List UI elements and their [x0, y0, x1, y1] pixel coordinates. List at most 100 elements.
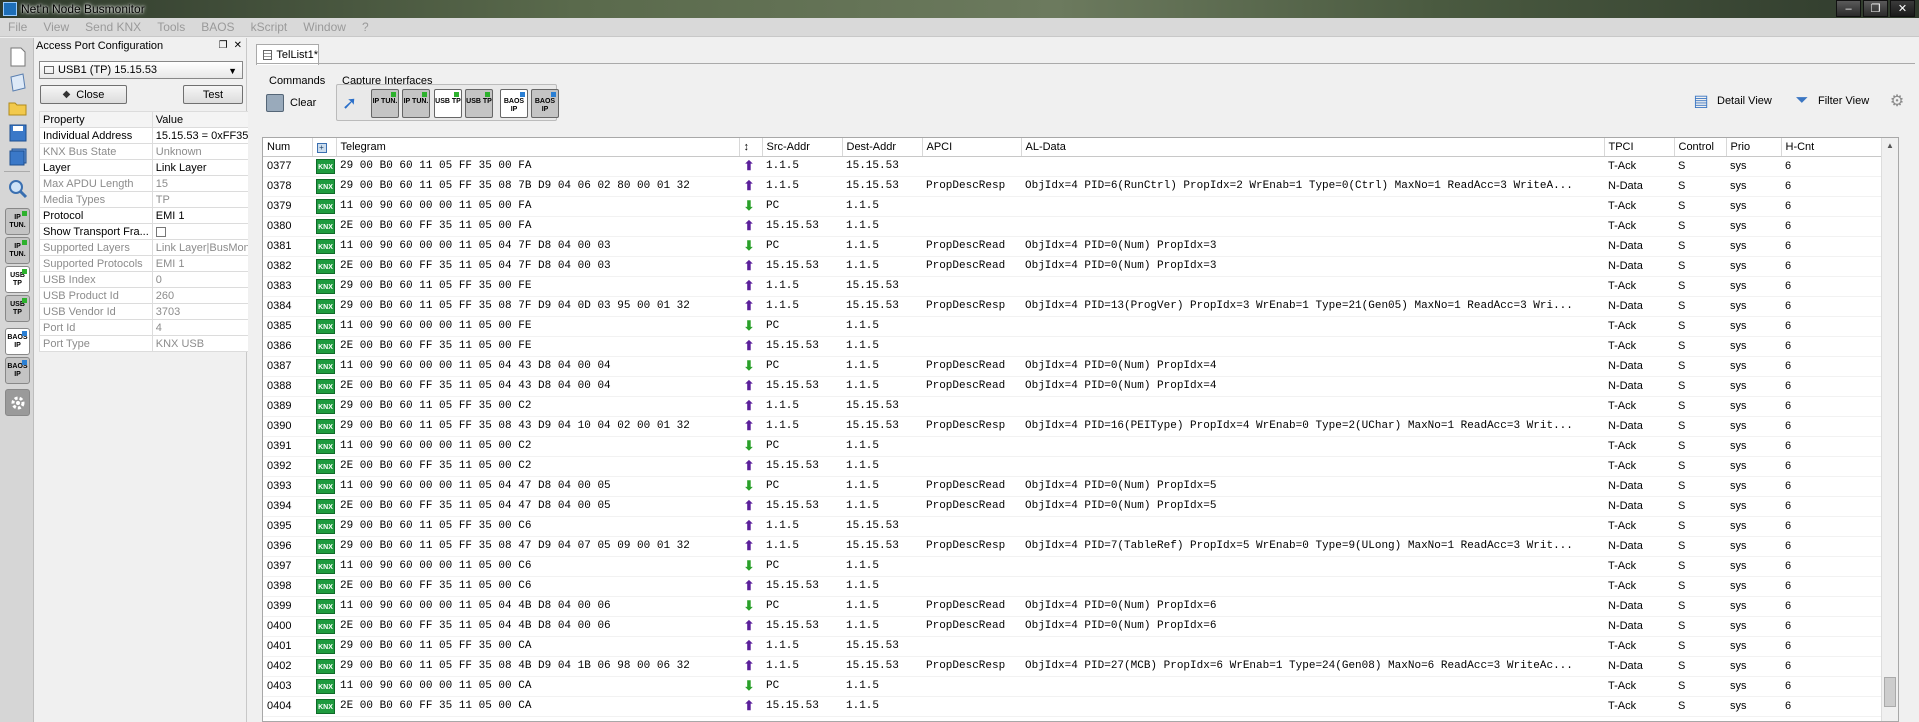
- table-row[interactable]: 0384 KNX 29 00 B0 60 11 05 FF 35 08 7F D9 …: [263, 296, 1898, 317]
- save-icon[interactable]: [5, 120, 30, 145]
- table-row[interactable]: 0380 KNX 2E 00 B0 60 FF 35 11 05 00 FA ⬆ 15.…: [263, 216, 1898, 237]
- baos-ip-2-button[interactable]: BAOS IP: [5, 357, 30, 384]
- capture-baos-ip-2[interactable]: BAOS IP: [531, 89, 559, 118]
- column-dest-addr[interactable]: Dest-Addr: [842, 138, 923, 157]
- column-apci[interactable]: APCI: [922, 138, 1022, 157]
- property-row[interactable]: KNX Bus State Unknown: [39, 143, 254, 160]
- table-row[interactable]: 0379 KNX 11 00 90 60 00 00 11 05 00 FA ⬇ PC 1…: [263, 196, 1898, 217]
- show-transport-frames-checkbox[interactable]: [155, 226, 166, 237]
- save-all-icon[interactable]: [5, 144, 30, 169]
- table-row[interactable]: 0398 KNX 2E 00 B0 60 FF 35 11 05 00 C6 ⬆ 15.…: [263, 576, 1898, 597]
- table-row[interactable]: 0388 KNX 2E 00 B0 60 FF 35 11 05 04 43 D8 …: [263, 376, 1898, 397]
- open-folder-icon[interactable]: [5, 95, 30, 120]
- capture-usb-tp-2[interactable]: USB TP: [465, 89, 493, 118]
- property-row[interactable]: Show Transport Fra...: [39, 223, 254, 240]
- table-row[interactable]: 0383 KNX 29 00 B0 60 11 05 FF 35 00 FE ⬆ 1.1…: [263, 276, 1898, 297]
- menu-file[interactable]: File: [0, 20, 35, 34]
- access-port-select[interactable]: USB1 (TP) 15.15.53 ▼: [39, 61, 243, 79]
- property-row[interactable]: Protocol EMI 1: [39, 207, 254, 224]
- property-value[interactable]: [151, 223, 254, 240]
- menu-tools[interactable]: Tools: [149, 20, 193, 34]
- table-row[interactable]: 0402 KNX 29 00 B0 60 11 05 FF 35 08 4B D9 …: [263, 656, 1898, 677]
- table-row[interactable]: 0382 KNX 2E 00 B0 60 FF 35 11 05 04 7F D8 …: [263, 256, 1898, 277]
- clear-button[interactable]: Clear: [266, 94, 316, 112]
- tab-tellist1[interactable]: TelList1*: [256, 44, 319, 65]
- menu-view[interactable]: View: [35, 20, 77, 34]
- property-row[interactable]: Media Types TP: [39, 191, 254, 208]
- column-al-data[interactable]: AL-Data: [1021, 138, 1605, 157]
- property-row[interactable]: Port Id 4: [39, 319, 254, 336]
- capture-usb-tp-1[interactable]: USB TP: [434, 89, 462, 118]
- property-row[interactable]: Max APDU Length 15: [39, 175, 254, 192]
- float-panel-icon[interactable]: ❐: [219, 40, 228, 51]
- capture-ip-tunnel-2[interactable]: IP TUN.: [402, 89, 430, 118]
- close-window-button[interactable]: ✕: [1890, 0, 1915, 17]
- table-row[interactable]: 0403 KNX 11 00 90 60 00 00 11 05 00 CA ⬇ PC 1…: [263, 676, 1898, 697]
- table-row[interactable]: 0381 KNX 11 00 90 60 00 00 11 05 04 7F D8 …: [263, 236, 1898, 257]
- scrollbar-thumb[interactable]: [1884, 677, 1896, 707]
- settings-gear-button[interactable]: ⚙: [1886, 90, 1913, 112]
- usb-tp-2-button[interactable]: USB TP: [5, 295, 30, 322]
- column-expand[interactable]: +: [312, 138, 337, 157]
- table-row[interactable]: 0390 KNX 29 00 B0 60 11 05 FF 35 08 43 D9 …: [263, 416, 1898, 437]
- test-port-button[interactable]: Test: [183, 85, 243, 104]
- table-row[interactable]: 0404 KNX 2E 00 B0 60 FF 35 11 05 00 CA ⬆ 15.…: [263, 696, 1898, 717]
- table-row[interactable]: 0385 KNX 11 00 90 60 00 00 11 05 00 FE ⬇ PC 1…: [263, 316, 1898, 337]
- menu-window[interactable]: Window: [295, 20, 354, 34]
- usb-tp-1-button[interactable]: USB TP: [5, 266, 30, 293]
- column-direction[interactable]: ↕: [739, 138, 763, 157]
- vertical-scrollbar[interactable]: ▲: [1881, 138, 1898, 721]
- property-value[interactable]: Link Layer: [151, 159, 254, 176]
- minimize-button[interactable]: –: [1836, 0, 1861, 17]
- table-row[interactable]: 0392 KNX 2E 00 B0 60 FF 35 11 05 00 C2 ⬆ 15.…: [263, 456, 1898, 477]
- table-row[interactable]: 0391 KNX 11 00 90 60 00 00 11 05 00 C2 ⬇ PC 1…: [263, 436, 1898, 457]
- menu-send-knx[interactable]: Send KNX: [77, 20, 149, 34]
- close-port-button[interactable]: ◆ Close: [40, 85, 127, 104]
- scroll-up-icon[interactable]: ▲: [1885, 141, 1895, 151]
- table-row[interactable]: 0396 KNX 29 00 B0 60 11 05 FF 35 08 47 D9 …: [263, 536, 1898, 557]
- table-row[interactable]: 0397 KNX 11 00 90 60 00 00 11 05 00 C6 ⬇ PC 1…: [263, 556, 1898, 577]
- property-row[interactable]: Port Type KNX USB: [39, 335, 254, 352]
- table-row[interactable]: 0393 KNX 11 00 90 60 00 00 11 05 04 47 D8 …: [263, 476, 1898, 497]
- maximize-button[interactable]: ❐: [1863, 0, 1888, 17]
- capture-ip-tunnel-1[interactable]: IP TUN.: [371, 89, 399, 118]
- table-row[interactable]: 0399 KNX 11 00 90 60 00 00 11 05 04 4B D8 …: [263, 596, 1898, 617]
- telegram-list-icon[interactable]: [5, 70, 30, 95]
- close-panel-icon[interactable]: ✕: [234, 40, 242, 51]
- property-value[interactable]: EMI 1: [151, 207, 254, 224]
- settings-button[interactable]: [5, 389, 30, 416]
- search-icon[interactable]: [5, 176, 30, 201]
- capture-baos-ip-1[interactable]: BAOS IP: [500, 89, 528, 118]
- table-row[interactable]: 0389 KNX 29 00 B0 60 11 05 FF 35 00 C2 ⬆ 1.1…: [263, 396, 1898, 417]
- column-tpci[interactable]: TPCI: [1604, 138, 1675, 157]
- table-row[interactable]: 0386 KNX 2E 00 B0 60 FF 35 11 05 00 FE ⬆ 15.…: [263, 336, 1898, 357]
- column-telegram[interactable]: Telegram: [336, 138, 740, 157]
- ip-tunnel-2-button[interactable]: IP TUN.: [5, 237, 30, 264]
- detail-view-button[interactable]: ▤ Detail View: [1690, 90, 1771, 112]
- filter-view-button[interactable]: ⏷ Filter View: [1791, 90, 1870, 112]
- table-row[interactable]: 0400 KNX 2E 00 B0 60 FF 35 11 05 04 4B D8 …: [263, 616, 1898, 637]
- menu-help[interactable]: ?: [354, 20, 377, 34]
- property-value[interactable]: 15.15.53 = 0xFF35: [151, 127, 254, 144]
- property-row[interactable]: USB Index 0: [39, 271, 254, 288]
- property-row[interactable]: Supported Protocols EMI 1: [39, 255, 254, 272]
- menu-kscript[interactable]: kScript: [243, 20, 296, 34]
- column-control[interactable]: Control: [1674, 138, 1727, 157]
- property-row[interactable]: Supported Layers Link Layer|BusMon: [39, 239, 254, 256]
- menu-baos[interactable]: BAOS: [193, 20, 242, 34]
- ip-tunnel-1-button[interactable]: IP TUN.: [5, 208, 30, 235]
- column-src-addr[interactable]: Src-Addr: [762, 138, 843, 157]
- table-row[interactable]: 0394 KNX 2E 00 B0 60 FF 35 11 05 04 47 D8 …: [263, 496, 1898, 517]
- property-row[interactable]: USB Vendor Id 3703: [39, 303, 254, 320]
- column-prio[interactable]: Prio: [1726, 138, 1782, 157]
- table-row[interactable]: 0401 KNX 29 00 B0 60 11 05 FF 35 00 CA ⬆ 1.1…: [263, 636, 1898, 657]
- property-row[interactable]: USB Product Id 260: [39, 287, 254, 304]
- table-row[interactable]: 0377 KNX 29 00 B0 60 11 05 FF 35 00 FA ⬆ 1.1…: [263, 156, 1898, 177]
- new-file-icon[interactable]: [5, 44, 30, 69]
- property-row[interactable]: Individual Address 15.15.53 = 0xFF35: [39, 127, 254, 144]
- table-row[interactable]: 0387 KNX 11 00 90 60 00 00 11 05 04 43 D8 …: [263, 356, 1898, 377]
- column-num[interactable]: Num: [263, 138, 313, 157]
- capture-connect-icon[interactable]: ➚: [342, 93, 366, 113]
- property-row[interactable]: Layer Link Layer: [39, 159, 254, 176]
- table-row[interactable]: 0395 KNX 29 00 B0 60 11 05 FF 35 00 C6 ⬆ 1.1…: [263, 516, 1898, 537]
